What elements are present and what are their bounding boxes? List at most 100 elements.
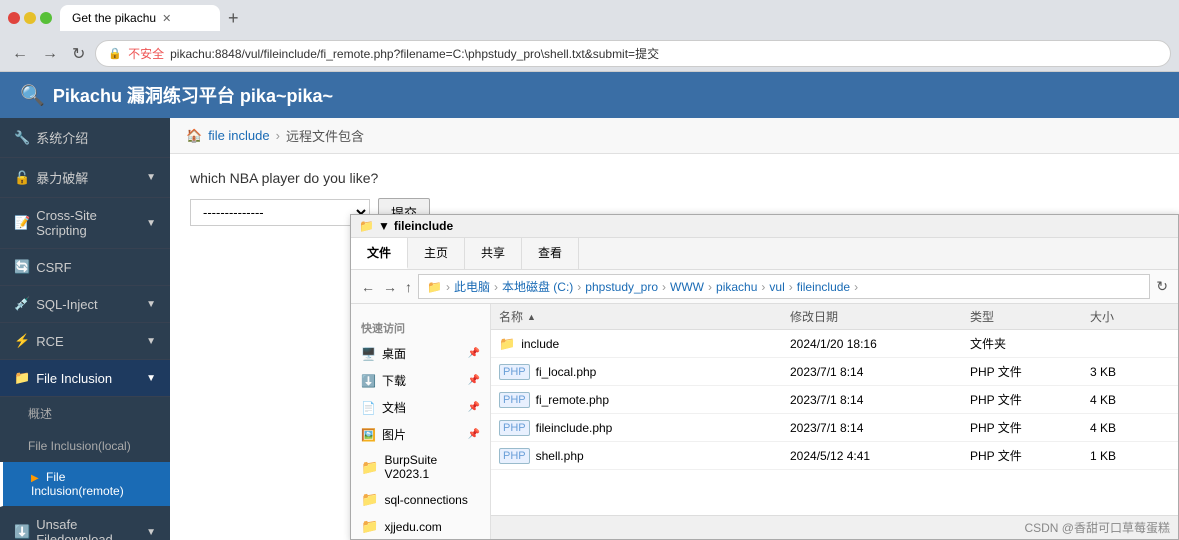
fe-tab-home[interactable]: 主页 [408, 238, 465, 269]
tab-close-icon[interactable]: ✕ [162, 12, 171, 25]
folder-file-icon: 📁 [499, 336, 515, 352]
fe-path-item-1[interactable]: 📁 [427, 280, 442, 294]
downloads-icon: ⬇️ [361, 374, 376, 388]
fe-path-this-pc[interactable]: 此电脑 [454, 278, 490, 295]
back-button[interactable]: ← [8, 43, 32, 65]
file-type-2: PHP 文件 [970, 391, 1090, 408]
close-window-icon[interactable] [8, 12, 20, 24]
fe-sidebar-sql-connections[interactable]: 📁 sql-connections [351, 486, 490, 513]
table-row[interactable]: 📁 include 2024/1/20 18:16 文件夹 [491, 330, 1178, 358]
php-file-icon-2: PHP [499, 392, 530, 408]
sidebar-item-unsafe-download[interactable]: ⬇️ Unsafe Filedownload ▼ [0, 507, 170, 540]
sidebar-label-fi: File Inclusion [36, 371, 112, 386]
fe-titlebar: 📁 ▼ fileinclude [351, 215, 1178, 238]
new-tab-button[interactable]: + [224, 8, 243, 29]
fe-title-icon: 📁 [359, 219, 374, 233]
php-file-icon-4: PHP [499, 448, 530, 464]
file-type-4: PHP 文件 [970, 447, 1090, 464]
desktop-icon: 🖥️ [361, 347, 376, 361]
app-logo-icon: 🔍 [20, 83, 45, 108]
fe-forward-button[interactable]: → [381, 277, 399, 297]
breadcrumb-separator: › [276, 128, 280, 143]
fe-sidebar-downloads-label: 下载 [382, 372, 406, 389]
address-bar[interactable]: 🔒 不安全 pikachu:8848/vul/fileinclude/fi_re… [95, 40, 1171, 67]
fe-sidebar-burpsuite[interactable]: 📁 BurpSuite V2023.1 [351, 448, 490, 486]
sidebar-subitem-fi-local[interactable]: File Inclusion(local) [0, 431, 170, 462]
gear-icon: 🔧 [14, 130, 30, 146]
sidebar-item-csrf[interactable]: 🔄 CSRF [0, 249, 170, 286]
fe-path-fileinclude[interactable]: fileinclude [797, 280, 850, 294]
fe-back-button[interactable]: ← [359, 277, 377, 297]
file-size-4: 1 KB [1090, 449, 1170, 463]
fe-path-local-disk[interactable]: 本地磁盘 (C:) [502, 278, 573, 295]
table-row[interactable]: PHP fileinclude.php 2023/7/1 8:14 PHP 文件… [491, 414, 1178, 442]
file-name-text-3: fileinclude.php [536, 421, 613, 435]
active-tab[interactable]: Get the pikachu ✕ [60, 5, 220, 31]
pictures-icon: 🖼️ [361, 428, 376, 442]
file-type-3: PHP 文件 [970, 419, 1090, 436]
fe-sidebar-downloads[interactable]: ⬇️ 下载 📌 [351, 367, 490, 394]
folder-icon-xjj: 📁 [361, 518, 378, 535]
fe-path-www[interactable]: WWW [670, 280, 704, 294]
fe-refresh-button[interactable]: ↻ [1154, 276, 1170, 297]
file-date-2: 2023/7/1 8:14 [790, 393, 970, 407]
tab-bar-row: Get the pikachu ✕ + [0, 0, 1179, 36]
sidebar-item-brute-force[interactable]: 🔓 暴力破解 ▼ [0, 158, 170, 198]
watermark-text: CSDN @香甜可口草莓蛋糕 [1024, 519, 1170, 536]
sidebar-subitem-overview-label: 概述 [28, 407, 52, 421]
breadcrumb-link-fileinc[interactable]: file include [208, 128, 269, 143]
col-date: 修改日期 [790, 308, 970, 325]
fe-path-vul[interactable]: vul [769, 280, 784, 294]
fe-title-arrow: ▼ [378, 219, 390, 233]
sidebar-subitem-overview[interactable]: 概述 [0, 397, 170, 431]
minimize-window-icon[interactable] [24, 12, 36, 24]
fe-up-button[interactable]: ↑ [403, 277, 414, 297]
fe-tab-share[interactable]: 共享 [465, 238, 522, 269]
fe-path-pikachu[interactable]: pikachu [716, 280, 757, 294]
fe-sidebar-desktop[interactable]: 🖥️ 桌面 📌 [351, 340, 490, 367]
browser-chrome: Get the pikachu ✕ + ← → ↻ 🔒 不安全 pikachu:… [0, 0, 1179, 72]
folder-icon-sql: 📁 [361, 491, 378, 508]
sidebar-item-xss[interactable]: 📝 Cross-Site Scripting ▼ [0, 198, 170, 249]
fe-path-phpstudy[interactable]: phpstudy_pro [585, 280, 658, 294]
fe-title-text: fileinclude [394, 219, 453, 233]
sidebar: 🔧 系统介绍 🔓 暴力破解 ▼ 📝 Cross-Site Scripting ▼ [0, 118, 170, 540]
table-row[interactable]: PHP fi_local.php 2023/7/1 8:14 PHP 文件 3 … [491, 358, 1178, 386]
file-name-text-4: shell.php [536, 449, 584, 463]
sidebar-item-sql[interactable]: 💉 SQL-Inject ▼ [0, 286, 170, 323]
maximize-window-icon[interactable] [40, 12, 52, 24]
sidebar-label-dl: Unsafe Filedownload [36, 517, 146, 540]
fe-sidebar-xjjedu[interactable]: 📁 xjjedu.com [351, 513, 490, 539]
table-row[interactable]: PHP shell.php 2024/5/12 4:41 PHP 文件 1 KB [491, 442, 1178, 470]
chevron-icon: ▼ [146, 172, 156, 183]
sidebar-subitem-fi-remote[interactable]: ▶ File Inclusion(remote) [0, 462, 170, 507]
fe-tab-view[interactable]: 查看 [522, 238, 579, 269]
sidebar-item-system-intro[interactable]: 🔧 系统介绍 [0, 118, 170, 158]
fe-path-sep-0: › [446, 280, 450, 294]
file-date-1: 2023/7/1 8:14 [790, 365, 970, 379]
fe-path-sep-5: › [761, 280, 765, 294]
active-arrow-icon: ▶ [31, 473, 39, 484]
fe-sidebar: 快速访问 🖥️ 桌面 📌 ⬇️ 下载 📌 [351, 304, 491, 539]
fe-sidebar-documents[interactable]: 📄 文档 📌 [351, 394, 490, 421]
file-name-include: 📁 include [499, 336, 790, 352]
reload-button[interactable]: ↻ [68, 42, 89, 66]
lock-icon: 🔓 [14, 170, 30, 186]
app-body: 🔧 系统介绍 🔓 暴力破解 ▼ 📝 Cross-Site Scripting ▼ [0, 118, 1179, 540]
player-select[interactable]: -------------- [190, 199, 370, 226]
file-explorer: 📁 ▼ fileinclude 文件 主页 共享 查看 ← → [350, 214, 1179, 540]
php-file-icon-3: PHP [499, 420, 530, 436]
forward-button[interactable]: → [38, 43, 62, 65]
download-icon: ⬇️ [14, 524, 30, 540]
fe-sidebar-pictures[interactable]: 🖼️ 图片 📌 [351, 421, 490, 448]
script-icon: 📝 [14, 215, 30, 231]
sidebar-item-rce[interactable]: ⚡ RCE ▼ [0, 323, 170, 360]
app-title: Pikachu 漏洞练习平台 pika~pika~ [53, 82, 333, 108]
fe-tab-file[interactable]: 文件 [351, 238, 408, 269]
sidebar-item-file-inclusion[interactable]: 📁 File Inclusion ▼ [0, 360, 170, 397]
breadcrumb-current: 远程文件包含 [286, 126, 364, 145]
fe-tabs: 文件 主页 共享 查看 [351, 238, 1178, 270]
file-name-text-1: fi_local.php [536, 365, 597, 379]
table-row[interactable]: PHP fi_remote.php 2023/7/1 8:14 PHP 文件 4… [491, 386, 1178, 414]
fe-sidebar-pictures-label: 图片 [382, 426, 406, 443]
